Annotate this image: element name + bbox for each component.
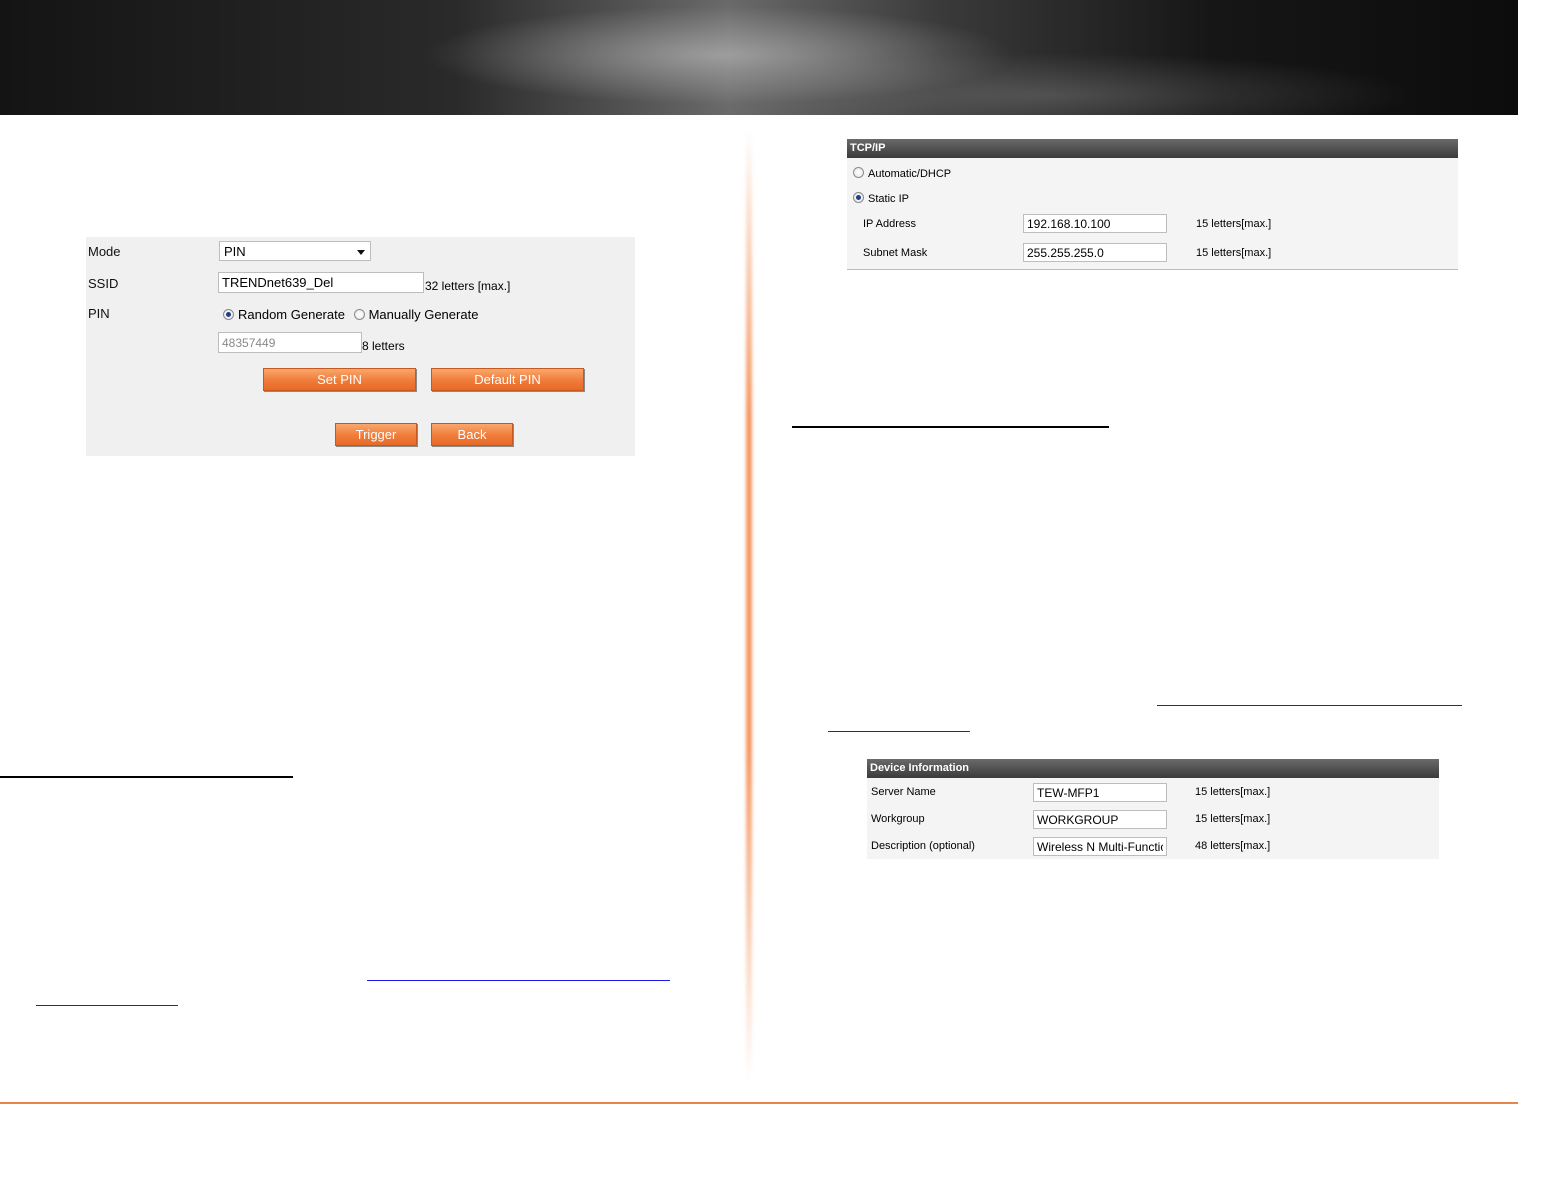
right-section-heading-rule: [792, 426, 1109, 428]
dhcp-label: Automatic/DHCP: [868, 168, 952, 180]
description-label: Description (optional): [871, 840, 975, 852]
chevron-down-icon: [357, 250, 365, 255]
description-hint: 48 letters[max.]: [1195, 840, 1271, 852]
set-pin-button[interactable]: Set PIN: [263, 368, 416, 391]
ip-address-label: IP Address: [863, 218, 916, 230]
mode-select[interactable]: PIN: [219, 241, 371, 261]
dhcp-option: Automatic/DHCP: [853, 167, 951, 180]
device-information-header: Device Information: [867, 759, 1439, 778]
manually-generate-label: Manually Generate: [368, 307, 479, 322]
mode-label: Mode: [88, 244, 121, 259]
workgroup-hint: 15 letters[max.]: [1195, 813, 1271, 825]
workgroup-label: Workgroup: [871, 813, 925, 825]
trigger-button[interactable]: Trigger: [335, 423, 417, 446]
random-generate-radio[interactable]: [223, 309, 234, 320]
device-information-panel: Device Information Server Name 15 letter…: [867, 759, 1439, 859]
subnet-mask-input[interactable]: [1023, 243, 1167, 262]
left-link-underline[interactable]: [367, 980, 670, 981]
right-link-underline[interactable]: [1157, 705, 1462, 706]
back-button[interactable]: Back: [431, 423, 513, 446]
subnet-mask-label: Subnet Mask: [863, 247, 928, 259]
mode-selected-value: PIN: [224, 244, 246, 259]
server-name-label: Server Name: [871, 786, 936, 798]
column-divider: [746, 130, 752, 1080]
static-ip-radio[interactable]: [853, 192, 864, 203]
ssid-label: SSID: [88, 276, 119, 291]
ssid-hint: 32 letters [max.]: [425, 279, 511, 293]
default-pin-button[interactable]: Default PIN: [431, 368, 584, 391]
server-name-hint: 15 letters[max.]: [1195, 786, 1271, 798]
static-ip-option: Static IP: [853, 192, 909, 205]
pin-mode-radios: Random Generate Manually Generate: [223, 307, 478, 322]
wps-pin-panel: Mode PIN SSID 32 letters [max.] PIN Rand…: [86, 237, 635, 456]
tcpip-panel: TCP/IP Automatic/DHCP Static IP IP Addre…: [847, 139, 1458, 270]
ssid-input[interactable]: [218, 272, 424, 293]
pin-input[interactable]: [218, 332, 362, 353]
pin-label: PIN: [88, 306, 110, 321]
ip-address-hint: 15 letters[max.]: [1196, 218, 1272, 230]
header-banner: [0, 0, 1518, 115]
static-ip-label: Static IP: [868, 193, 909, 205]
left-section-heading-rule: [0, 776, 293, 778]
subnet-mask-hint: 15 letters[max.]: [1196, 247, 1272, 259]
right-link-underline-continued[interactable]: [828, 731, 970, 732]
random-generate-label: Random Generate: [238, 307, 345, 322]
left-link-underline-continued[interactable]: [36, 1005, 178, 1006]
dhcp-radio[interactable]: [853, 167, 864, 178]
server-name-input[interactable]: [1033, 783, 1167, 802]
description-input[interactable]: [1033, 837, 1167, 856]
manually-generate-radio[interactable]: [353, 309, 365, 320]
tcpip-header: TCP/IP: [847, 139, 1458, 158]
ip-address-input[interactable]: [1023, 214, 1167, 233]
pin-hint: 8 letters: [362, 339, 405, 353]
footer-rule: [0, 1102, 1518, 1104]
workgroup-input[interactable]: [1033, 810, 1167, 829]
